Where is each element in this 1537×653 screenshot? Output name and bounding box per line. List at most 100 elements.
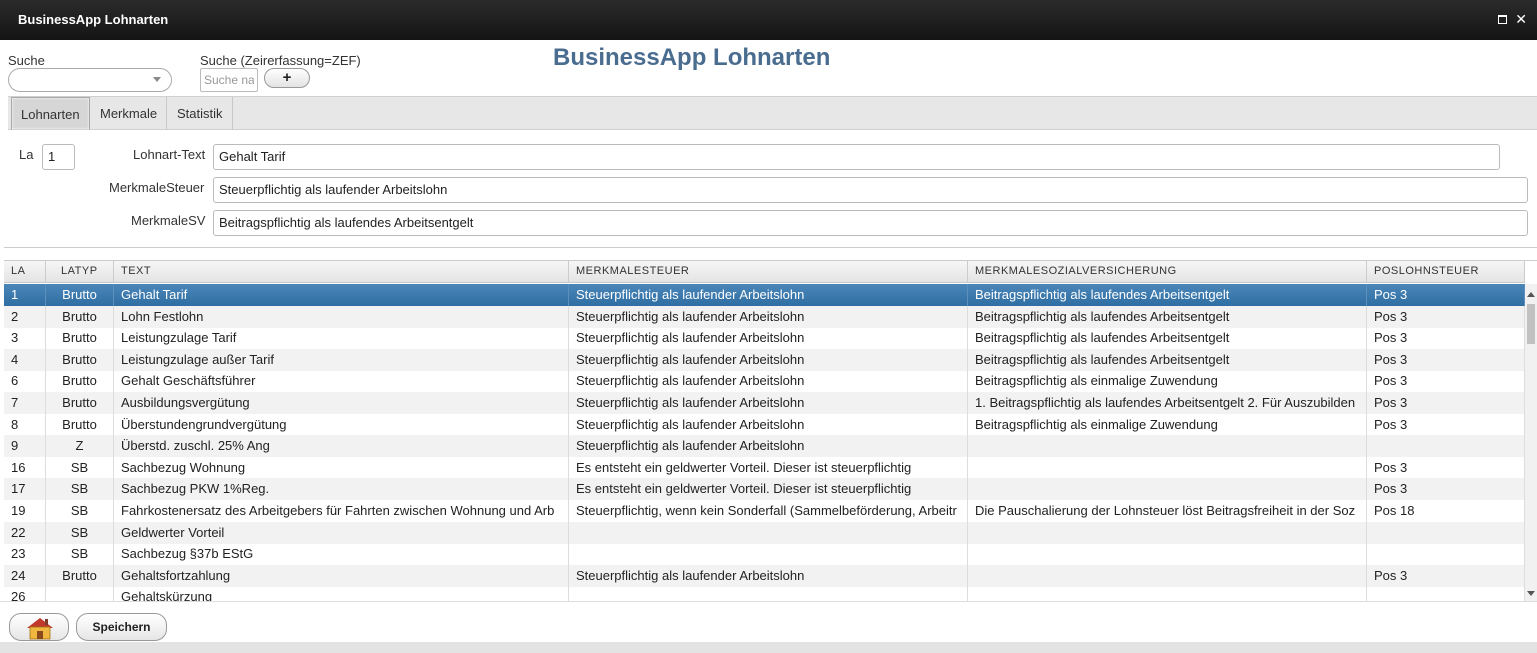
- column-header[interactable]: LATYP: [46, 261, 114, 283]
- cell-merkmalesv: Beitragspflichtig als laufendes Arbeitse…: [968, 327, 1367, 350]
- cell-poslohnsteuer: Pos 18: [1367, 500, 1525, 522]
- search-combobox[interactable]: [8, 68, 172, 92]
- la-field[interactable]: 1: [42, 144, 75, 170]
- table-row[interactable]: 6 Brutto Gehalt Geschäftsführer Steuerpflic…: [4, 370, 1525, 393]
- cell-text: Gehalt Geschäftsführer: [114, 370, 569, 393]
- chevron-down-icon[interactable]: [153, 77, 161, 82]
- cell-merkmalesv: [968, 435, 1367, 458]
- tab-statistik[interactable]: Statistik: [168, 97, 233, 130]
- add-button[interactable]: +: [264, 68, 310, 88]
- cell-text: Sachbezug Wohnung: [114, 456, 569, 479]
- table-row[interactable]: 22 SB Geldwerter Vorteil: [4, 521, 1525, 544]
- cell-merkmalesteuer: Steuerpflichtig als laufender Arbeitsloh…: [569, 284, 968, 306]
- table-scrollbar[interactable]: [1525, 284, 1537, 601]
- cell-la: 9: [4, 435, 46, 458]
- cell-merkmalesteuer: Steuerpflichtig als laufender Arbeitsloh…: [569, 327, 968, 350]
- table-row[interactable]: 2 Brutto Lohn Festlohn Steuerpflichtig als …: [4, 305, 1525, 328]
- column-header[interactable]: TEXT: [114, 261, 569, 283]
- table-row[interactable]: 4 Brutto Leistungzulage außer Tarif Steuerp…: [4, 348, 1525, 371]
- cell-poslohnsteuer: Pos 3: [1367, 478, 1525, 501]
- cell-text: Überstd. zuschl. 25% Ang: [114, 435, 569, 458]
- cell-latyp: Brutto: [46, 413, 114, 436]
- cell-latyp: SB: [46, 478, 114, 501]
- cell-merkmalesteuer: [569, 543, 968, 566]
- cell-text: Leistungzulage Tarif: [114, 327, 569, 350]
- tab-lohnarten[interactable]: Lohnarten: [11, 97, 90, 130]
- cell-text: Sachbezug PKW 1%Reg.: [114, 478, 569, 501]
- cell-text: Geldwerter Vorteil: [114, 521, 569, 544]
- cell-poslohnsteuer: Pos 3: [1367, 456, 1525, 479]
- cell-la: 26: [4, 586, 46, 601]
- cell-merkmalesv: [968, 543, 1367, 566]
- column-header[interactable]: LA: [4, 261, 46, 283]
- lohnart-text-field[interactable]: Gehalt Tarif: [213, 144, 1500, 170]
- cell-merkmalesteuer: [569, 521, 968, 544]
- close-icon[interactable]: ✕: [1515, 11, 1527, 28]
- column-header[interactable]: MERKMALESOZIALVERSICHERUNG: [968, 261, 1367, 283]
- save-button[interactable]: Speichern: [76, 613, 167, 641]
- cell-la: 24: [4, 564, 46, 587]
- cell-merkmalesv: Beitragspflichtig als laufendes Arbeitse…: [968, 348, 1367, 371]
- table-row[interactable]: 23 SB Sachbezug §37b EStG: [4, 543, 1525, 566]
- cell-latyp: Brutto: [46, 348, 114, 371]
- cell-la: 17: [4, 478, 46, 501]
- cell-merkmalesteuer: Steuerpflichtig als laufender Arbeitsloh…: [569, 392, 968, 414]
- cell-merkmalesv: [968, 456, 1367, 479]
- cell-merkmalesv: [968, 521, 1367, 544]
- home-button[interactable]: [9, 613, 69, 641]
- zef-search-label: Suche (Zeirerfassung=ZEF): [200, 53, 361, 68]
- column-header[interactable]: MERKMALESTEUER: [569, 261, 968, 283]
- cell-text: Gehaltsfortzahlung: [114, 564, 569, 587]
- tab-merkmale[interactable]: Merkmale: [91, 97, 168, 130]
- cell-merkmalesv: Beitragspflichtig als einmalige Zuwendun…: [968, 413, 1367, 436]
- cell-poslohnsteuer: [1367, 543, 1525, 566]
- table-row[interactable]: 1 Brutto Gehalt Tarif Steuerpflichtig als l…: [4, 284, 1525, 306]
- cell-text: Lohn Festlohn: [114, 305, 569, 328]
- window-titlebar: BusinessApp Lohnarten ✕: [0, 0, 1537, 40]
- cell-text: Überstundengrundvergütung: [114, 413, 569, 436]
- cell-merkmalesteuer: Steuerpflichtig als laufender Arbeitsloh…: [569, 370, 968, 393]
- detail-form: La 1 Lohnart-Text Gehalt Tarif MerkmaleS…: [4, 130, 1537, 248]
- cell-poslohnsteuer: Pos 3: [1367, 305, 1525, 328]
- column-header[interactable]: POSLOHNSTEUER: [1367, 261, 1525, 283]
- cell-text: Gehalt Tarif: [114, 284, 569, 306]
- cell-la: 22: [4, 521, 46, 544]
- cell-la: 19: [4, 500, 46, 522]
- cell-poslohnsteuer: [1367, 435, 1525, 458]
- cell-text: Gehaltskürzung: [114, 586, 569, 601]
- cell-merkmalesv: [968, 586, 1367, 601]
- table-row[interactable]: 26 Gehaltskürzung: [4, 586, 1525, 601]
- table-row[interactable]: 17 SB Sachbezug PKW 1%Reg. Es entsteht ein …: [4, 478, 1525, 501]
- cell-merkmalesv: Beitragspflichtig als laufendes Arbeitse…: [968, 305, 1367, 328]
- table-row[interactable]: 7 Brutto Ausbildungsvergütung Steuerpflicht…: [4, 392, 1525, 414]
- merkmale-sv-field[interactable]: Beitragspflichtig als laufendes Arbeitse…: [213, 210, 1528, 236]
- cell-latyp: Z: [46, 435, 114, 458]
- cell-merkmalesv: [968, 478, 1367, 501]
- scroll-up-icon[interactable]: [1527, 292, 1535, 297]
- table-row[interactable]: 19 SB Fahrkostenersatz des Arbeitgebers fü…: [4, 500, 1525, 522]
- status-strip: [0, 642, 1537, 653]
- cell-latyp: Brutto: [46, 305, 114, 328]
- merkmale-sv-label: MerkmaleSV: [131, 213, 206, 228]
- table-row[interactable]: 9 Z Überstd. zuschl. 25% Ang Steuerpflichti…: [4, 435, 1525, 458]
- table-row[interactable]: 16 SB Sachbezug Wohnung Es entsteht ein gel…: [4, 456, 1525, 479]
- scroll-thumb[interactable]: [1527, 304, 1535, 344]
- merkmale-steuer-field[interactable]: Steuerpflichtig als laufender Arbeitsloh…: [213, 177, 1528, 203]
- cell-text: Fahrkostenersatz des Arbeitgebers für Fa…: [114, 500, 569, 522]
- cell-latyp: [46, 586, 114, 601]
- cell-latyp: Brutto: [46, 392, 114, 414]
- table-row[interactable]: 24 Brutto Gehaltsfortzahlung Steuerpflichti…: [4, 564, 1525, 587]
- table-row[interactable]: 8 Brutto Überstundengrundvergütung Steuerpf…: [4, 413, 1525, 436]
- window-title: BusinessApp Lohnarten: [18, 12, 169, 27]
- cell-la: 16: [4, 456, 46, 479]
- scroll-down-icon[interactable]: [1527, 591, 1535, 596]
- table-row[interactable]: 3 Brutto Leistungzulage Tarif Steuerpflicht…: [4, 327, 1525, 350]
- cell-poslohnsteuer: Pos 3: [1367, 413, 1525, 436]
- zef-search-input[interactable]: [200, 68, 258, 92]
- la-label: La: [19, 147, 34, 162]
- cell-latyp: SB: [46, 500, 114, 522]
- cell-text: Leistungzulage außer Tarif: [114, 348, 569, 371]
- maximize-icon[interactable]: [1498, 15, 1507, 24]
- cell-latyp: Brutto: [46, 327, 114, 350]
- cell-la: 3: [4, 327, 46, 350]
